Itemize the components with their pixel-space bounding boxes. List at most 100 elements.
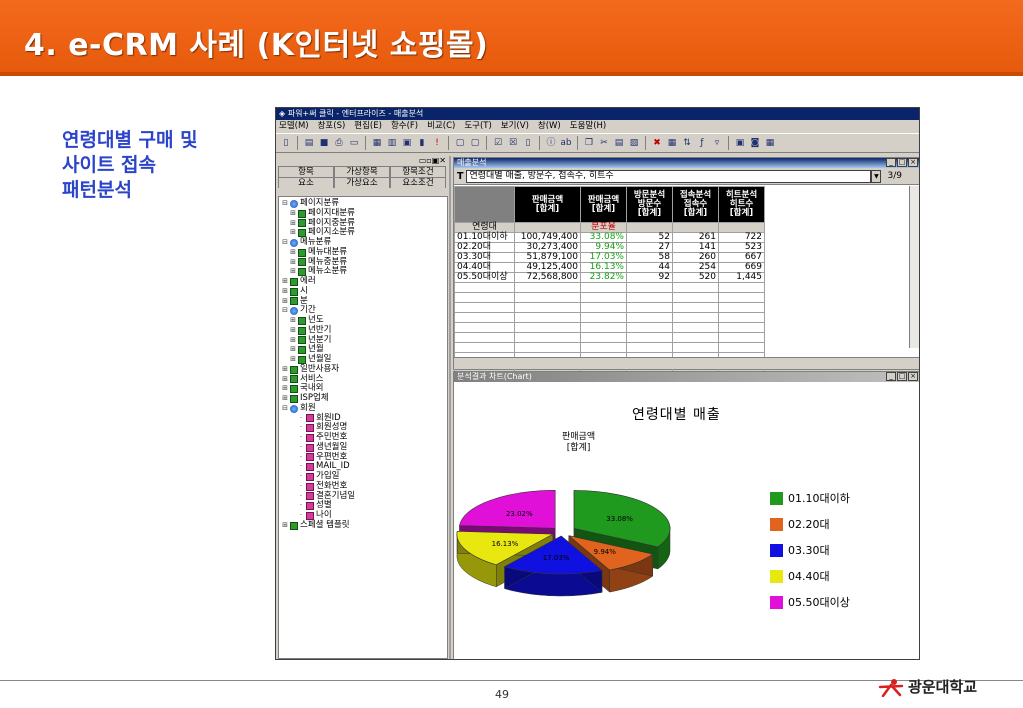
layout-icon[interactable]: ▥ [386,137,398,149]
chart-bar-icon[interactable]: ▮ [416,137,428,149]
grid-cell[interactable] [718,312,765,323]
expand-icon[interactable]: ⊞ [281,365,289,375]
query-select[interactable]: 연령대별 매출, 방문수, 접속수, 히트수 [466,169,872,183]
expand-icon[interactable]: ⊞ [289,267,297,277]
amount-cell[interactable]: 51,879,100 [514,252,581,263]
delete-icon[interactable]: ✖ [651,137,663,149]
tree-item[interactable]: ⊞ 년분기 [281,335,447,346]
tree-item[interactable]: · MAIL_ID [281,461,447,472]
menu-item[interactable]: 도구(T) [464,120,491,133]
hits-cell[interactable]: 722 [718,232,765,243]
grid-window-titlebar[interactable]: 매출분석 _ □ × [454,158,919,168]
expand-icon[interactable]: ⊞ [289,345,297,355]
hits-cell[interactable]: 1,445 [718,272,765,283]
dropdown-arrow-icon[interactable]: ▼ [871,169,882,183]
grid-cell[interactable] [454,332,515,343]
app-titlebar[interactable]: ◈ 파워+써 클릭 - 엔터프라이즈 - 매출분석 [276,108,919,120]
sessions-cell[interactable]: 254 [672,262,719,273]
table-row[interactable]: 03.30대 51,879,100 17.03% 58 260 667 [454,252,765,263]
expand-icon[interactable]: ⊞ [281,521,289,531]
expand-icon[interactable]: ⊞ [281,384,289,394]
preview-icon[interactable]: ▭ [348,137,360,149]
run-icon[interactable]: ! [431,137,443,149]
grid-cell[interactable] [580,292,627,303]
grid-cell[interactable] [514,302,581,313]
panel-controls[interactable]: ▭▫▣✕ [276,156,449,166]
grid-cell[interactable] [672,332,719,343]
pct-cell[interactable]: 9.94% [580,242,627,253]
amount-cell[interactable]: 30,273,400 [514,242,581,253]
tree-item[interactable]: ⊟ 페이지분류 [281,198,447,209]
panel-tab[interactable]: 요소조건 [390,177,446,188]
menu-item[interactable]: 보기(V) [501,120,529,133]
tree-item[interactable]: · 결혼기념일 [281,491,447,502]
open-icon[interactable]: ▤ [303,137,315,149]
properties-icon[interactable]: ▦ [666,137,678,149]
tree-item[interactable]: ⊞ 년월 [281,344,447,355]
copy-icon[interactable]: ❐ [583,137,595,149]
column-header[interactable]: 판매금액 [합계] [514,186,581,223]
maximize-icon[interactable]: □ [897,158,907,167]
grid-cell[interactable] [454,342,515,353]
vertical-scrollbar[interactable] [909,186,919,348]
grid-cell[interactable] [718,332,765,343]
menu-item[interactable]: 도움말(H) [570,120,606,133]
grid-cell[interactable] [580,342,627,353]
hits-cell[interactable]: 669 [718,262,765,273]
grid-cell[interactable] [626,282,673,293]
row-label[interactable]: 01.10대이하 [454,232,515,243]
expand-icon[interactable]: ⊞ [281,375,289,385]
expand-icon[interactable]: ⊞ [281,394,289,404]
tree-item[interactable]: · 전화번호 [281,481,447,492]
grid-cell[interactable] [718,302,765,313]
hits-cell[interactable]: 523 [718,242,765,253]
pct-header[interactable]: 분포율 [580,222,627,233]
grid-cell[interactable] [626,302,673,313]
maximize-icon[interactable]: □ [897,372,907,381]
sessions-cell[interactable]: 260 [672,252,719,263]
tree-item[interactable]: · 성별 [281,500,447,511]
grid-cell[interactable] [718,342,765,353]
chart-window-titlebar[interactable]: 분석결과 차트(Chart) _ □ × [454,372,919,382]
cut-icon[interactable]: ✂ [598,137,610,149]
grid-cell[interactable] [454,322,515,333]
expand-icon[interactable]: ⊞ [281,277,289,287]
grid-cell[interactable] [454,302,515,313]
sessions-cell[interactable]: 261 [672,232,719,243]
grid-cell[interactable] [718,282,765,293]
minimize-icon[interactable]: _ [886,372,896,381]
close-icon[interactable]: × [908,158,918,167]
visits-cell[interactable]: 58 [626,252,673,263]
menu-item[interactable]: 모델(M) [279,120,309,133]
tree-item[interactable]: · 주민번호 [281,432,447,443]
column-header[interactable]: 방문분석 방문수 [합계] [626,186,673,223]
tree-item[interactable]: ⊟ 회원 [281,403,447,414]
camera-icon[interactable]: ◙ [749,137,761,149]
grid-cell[interactable] [672,342,719,353]
table-row[interactable]: 02.20대 30,273,400 9.94% 27 141 523 [454,242,765,253]
function-icon[interactable]: ƒ [696,137,708,149]
sessions-cell[interactable]: 520 [672,272,719,283]
grid-cell[interactable] [718,322,765,333]
expand-icon[interactable]: ⊞ [289,326,297,336]
sessions-cell[interactable]: 141 [672,242,719,253]
grid-cell[interactable] [514,282,581,293]
amount-cell[interactable]: 100,749,400 [514,232,581,243]
hits-cell[interactable]: 667 [718,252,765,263]
grid-cell[interactable] [718,222,765,233]
paste-icon[interactable]: ▤ [613,137,625,149]
tree-item[interactable]: · 가입일 [281,471,447,482]
amount-cell[interactable]: 72,568,800 [514,272,581,283]
close-icon[interactable]: × [908,372,918,381]
save-icon[interactable]: ■ [318,137,330,149]
pct-cell[interactable]: 17.03% [580,252,627,263]
expand-icon[interactable]: ⊞ [289,209,297,219]
grid-corner[interactable] [454,186,515,223]
grid-cell[interactable] [626,312,673,323]
expand-icon[interactable]: ⊞ [289,258,297,268]
row-label[interactable]: 02.20대 [454,242,515,253]
row-header-label[interactable]: 연령대 [454,222,515,233]
collapse-icon[interactable]: ⊟ [281,199,289,209]
visits-cell[interactable]: 52 [626,232,673,243]
menu-item[interactable]: 창(W) [538,120,561,133]
